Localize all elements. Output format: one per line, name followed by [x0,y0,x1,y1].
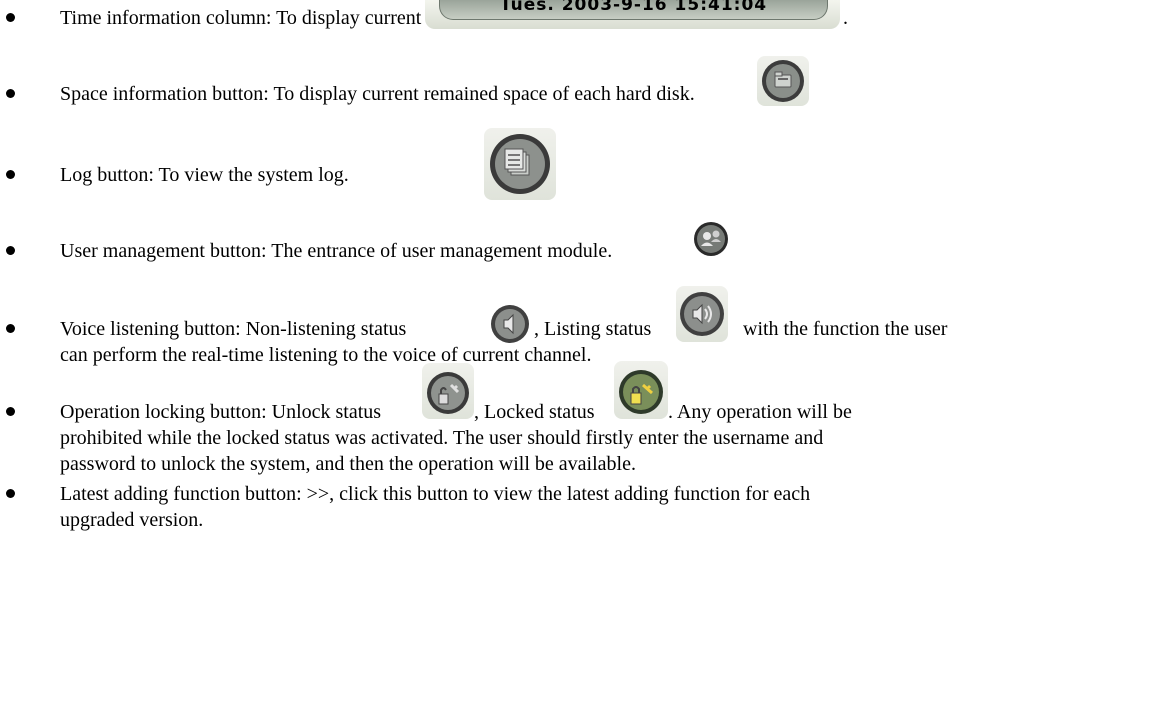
voice-listening-button[interactable] [676,286,728,342]
lock-line2: prohibited while the locked status was a… [60,427,824,449]
bullet-marker [6,89,15,98]
locked-status-button[interactable] [614,361,668,419]
bullet-marker [6,13,15,22]
voice-text-a: Voice listening button: Non-listening st… [60,318,407,340]
log-text: Log button: To view the system log. [60,164,349,186]
user-management-text: User management button: The entrance of … [60,240,613,262]
space-info-text: Space information button: To display cur… [60,83,695,105]
bullet-marker [6,246,15,255]
user-management-button[interactable] [692,220,730,258]
bullet-marker [6,170,15,179]
speaker-muted-icon [491,305,529,343]
lock-text-c: . Any operation will be [668,401,852,423]
unlock-icon [427,372,469,414]
users-icon [694,222,728,256]
bullet-marker [6,489,15,498]
space-info-button[interactable] [757,56,809,106]
voice-text-b: , Listing status [534,318,652,340]
time-info-text: Time information column: To display curr… [60,7,462,29]
clock-display: Tues. 2003-9-16 15:41:04 [499,0,768,15]
voice-line2: can perform the real-time listening to t… [60,344,592,366]
time-info-period: . [843,7,848,29]
time-info-column: Tues. 2003-9-16 15:41:04 [425,0,840,29]
speaker-active-icon [680,292,724,336]
log-button[interactable] [484,128,556,200]
latest-line1: Latest adding function button: >>, click… [60,483,811,505]
log-icon [490,134,550,194]
lock-text-b: , Locked status [474,401,595,423]
unlock-status-button[interactable] [422,363,474,419]
voice-nonlistening-button[interactable] [486,303,534,345]
locked-icon [619,370,663,414]
bullet-marker [6,324,15,333]
latest-line2: upgraded version. [60,509,204,531]
lock-line3: password to unlock the system, and then … [60,453,636,475]
lock-text-a: Operation locking button: Unlock status [60,401,382,423]
bullet-marker [6,407,15,416]
voice-text-c: with the function the user [743,318,948,340]
folder-icon [762,60,804,102]
